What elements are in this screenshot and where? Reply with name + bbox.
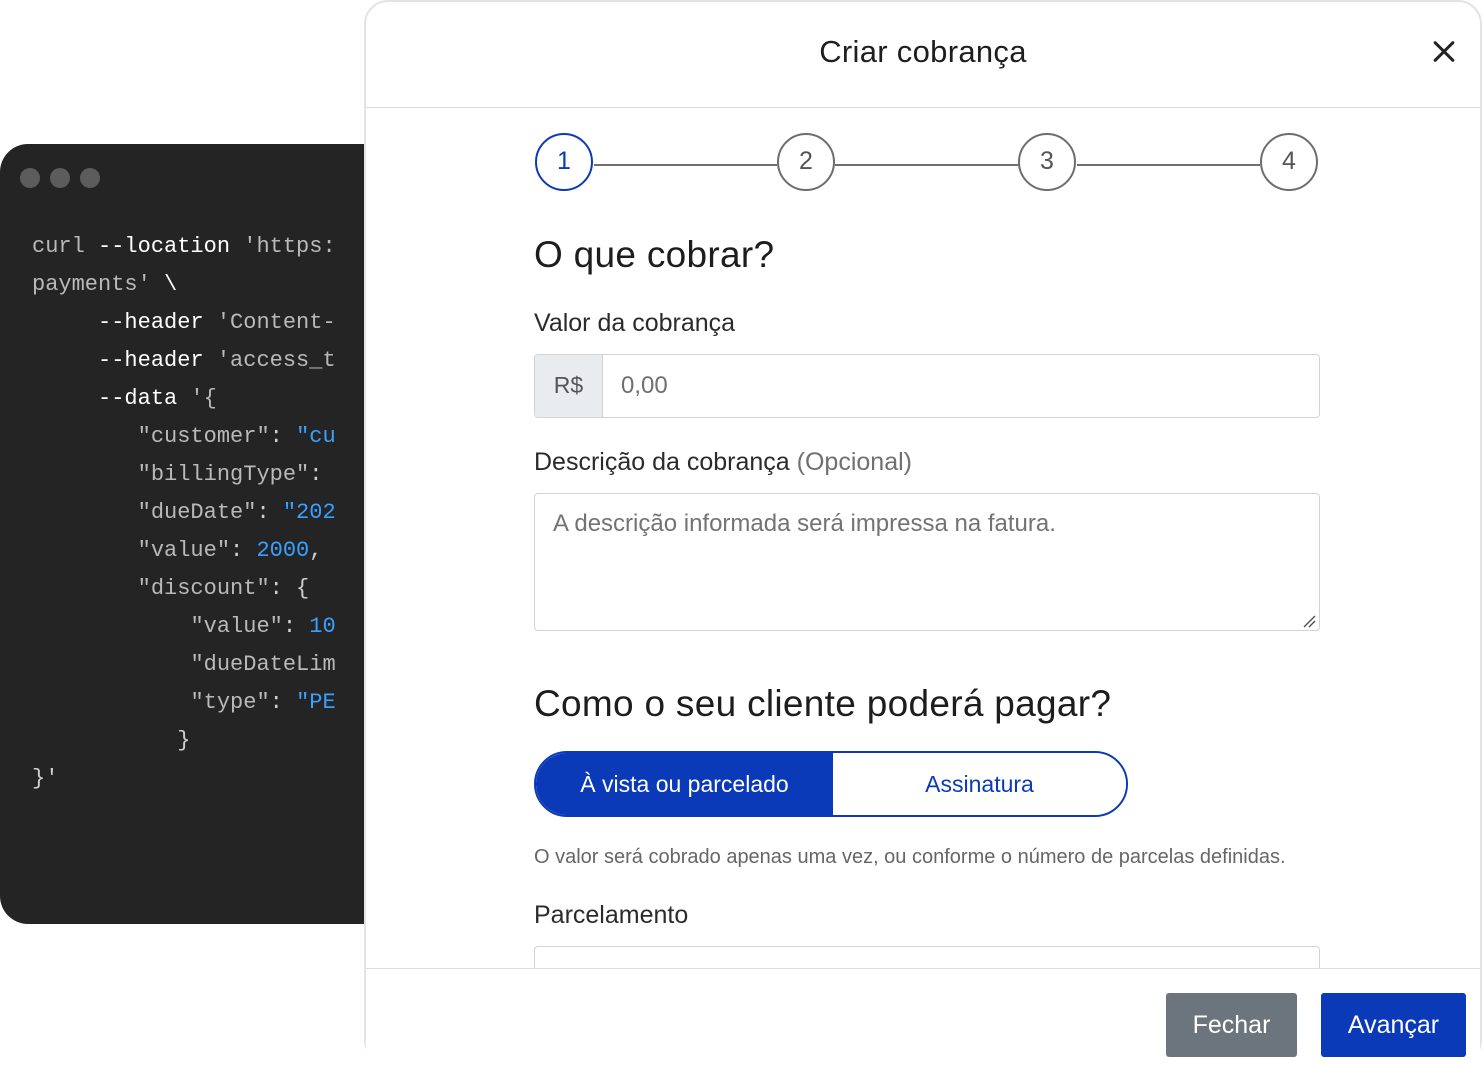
optional-hint: (Opcional)	[796, 448, 912, 476]
code-line: "value": 2000,	[32, 538, 323, 564]
code-token: "202	[282, 500, 336, 525]
code-line: --data '{	[32, 386, 217, 412]
code-line: "dueDate": "202	[32, 500, 336, 526]
step-4[interactable]: 4	[1260, 133, 1318, 191]
code-token: payments'	[32, 272, 151, 297]
code-token: ,	[309, 538, 323, 563]
code-token: :	[269, 690, 297, 715]
amount-input[interactable]	[603, 355, 1319, 417]
code-token: 'access_t	[203, 348, 336, 373]
code-line: }	[32, 728, 190, 754]
section-title-how: Como o seu cliente poderá pagar?	[534, 683, 1112, 724]
next-button[interactable]: Avançar	[1321, 993, 1466, 1057]
code-token: --data	[98, 386, 178, 411]
code-block: curl --location 'https: payments' \ --hea…	[0, 0, 364, 1066]
resize-handle-icon[interactable]	[1302, 614, 1316, 628]
code-token: --header	[98, 310, 204, 335]
code-token: :	[256, 500, 283, 525]
payment-mode-single-installment[interactable]: À vista ou parcelado	[536, 753, 833, 815]
code-token: }'	[32, 766, 59, 791]
code-token: :	[269, 424, 297, 449]
payment-mode-toggle: À vista ou parcelado Assinatura	[534, 751, 1128, 817]
description-textarea[interactable]	[534, 493, 1320, 631]
code-token: "value"	[137, 538, 231, 563]
code-token: :	[230, 538, 257, 563]
code-token: 'Content-	[203, 310, 336, 335]
payment-mode-subscription[interactable]: Assinatura	[833, 753, 1126, 815]
code-line: --header 'access_t	[32, 348, 336, 374]
code-token: --header	[98, 348, 204, 373]
step-3[interactable]: 3	[1018, 133, 1076, 191]
code-line: payments' \	[32, 272, 177, 298]
code-token: --location	[84, 234, 244, 259]
code-line: "type": "PE	[32, 690, 336, 716]
code-token: "billingType"	[137, 462, 310, 487]
code-token: : {	[269, 576, 310, 601]
description-label: Descrição da cobrança (Opcional)	[534, 448, 912, 477]
code-line: "dueDateLim	[32, 652, 336, 678]
code-token: 2000	[256, 538, 310, 563]
step-connector	[594, 164, 777, 166]
close-icon[interactable]	[1426, 34, 1462, 70]
description-label-text: Descrição da cobrança	[534, 448, 790, 476]
code-token: "cu	[296, 424, 336, 449]
modal-title: Criar cobrança	[819, 34, 1027, 69]
code-token: "discount"	[137, 576, 270, 601]
amount-input-group: R$	[534, 354, 1320, 418]
section-title-what: O que cobrar?	[534, 234, 775, 275]
close-button[interactable]: Fechar	[1166, 993, 1297, 1057]
modal-footer	[366, 968, 1480, 1064]
code-line: "customer": "cu	[32, 424, 336, 450]
code-line: "discount": {	[32, 576, 310, 602]
modal-header: Criar cobrança	[366, 0, 1480, 108]
code-line: "value": 10	[32, 614, 336, 640]
code-token: :	[309, 462, 323, 487]
code-line: }'	[32, 766, 58, 792]
step-connector	[1077, 164, 1260, 166]
installments-label: Parcelamento	[534, 901, 689, 929]
code-token: }	[177, 728, 191, 753]
code-token: 'https:	[243, 234, 336, 259]
amount-label: Valor da cobrança	[534, 309, 736, 337]
code-token: '{	[177, 386, 217, 411]
step-connector	[835, 164, 1019, 166]
step-2[interactable]: 2	[777, 133, 835, 191]
code-token: "type"	[190, 690, 270, 715]
code-token: "dueDateLim	[190, 652, 336, 677]
code-token: "dueDate"	[137, 500, 257, 525]
code-line: "billingType":	[32, 462, 323, 488]
code-token: \	[150, 272, 178, 297]
step-1[interactable]: 1	[535, 133, 593, 191]
code-token: "value"	[190, 614, 283, 639]
code-token: "PE	[296, 690, 336, 715]
code-token: curl	[32, 234, 85, 259]
code-token: 10	[309, 614, 336, 639]
code-token: "customer"	[137, 424, 270, 449]
code-line: curl --location 'https:	[32, 234, 336, 260]
currency-prefix: R$	[535, 355, 603, 417]
payment-help-text: O valor será cobrado apenas uma vez, ou …	[534, 846, 1286, 868]
code-line: --header 'Content-	[32, 310, 336, 336]
code-token: :	[282, 614, 310, 639]
